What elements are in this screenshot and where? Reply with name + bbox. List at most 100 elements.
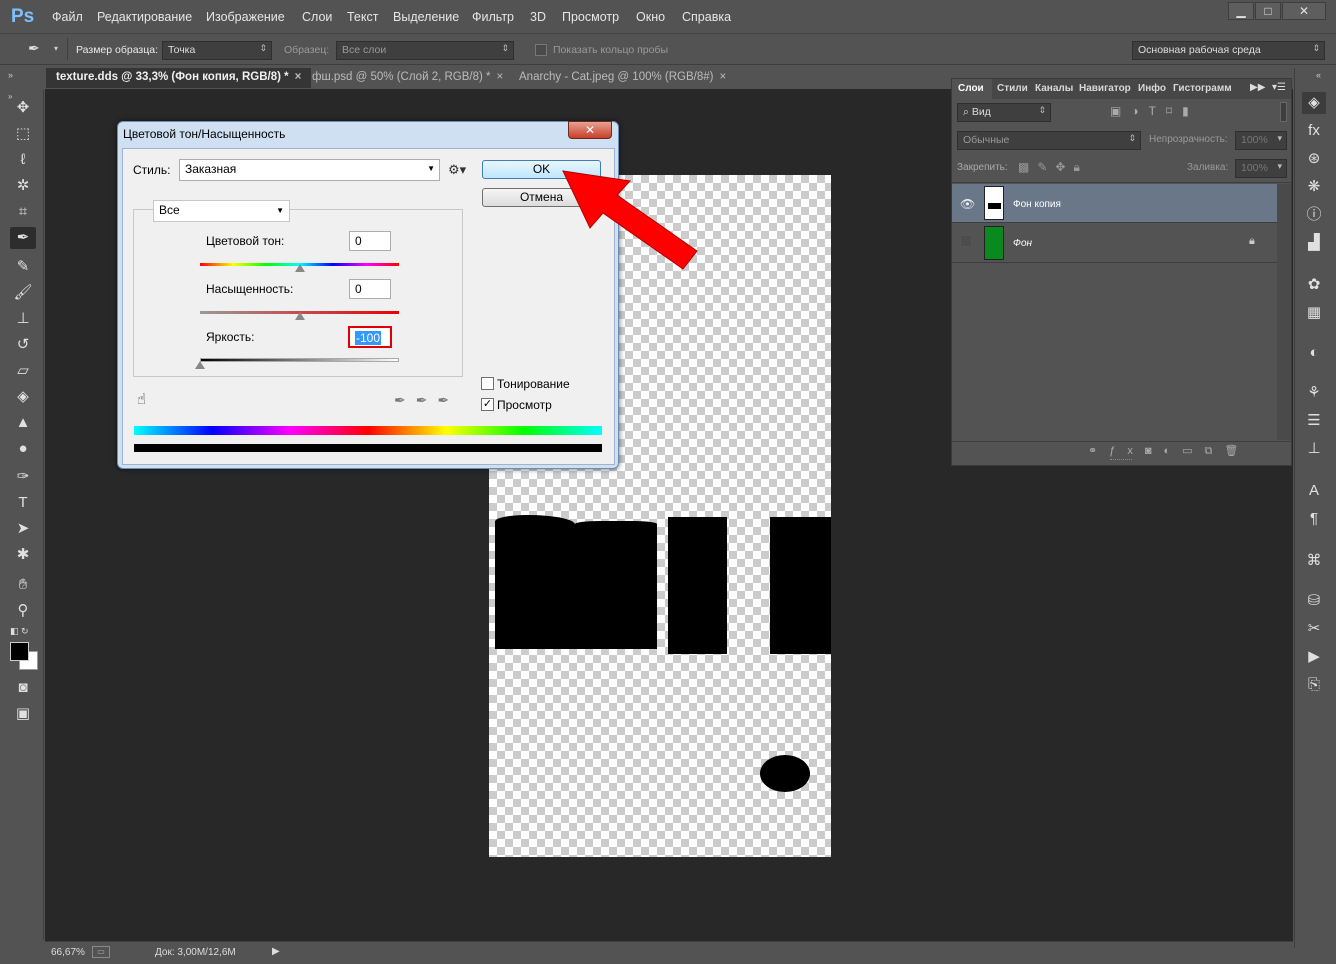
panel-menu-icon[interactable]: ▾☰ [1272,82,1286,93]
crop-tool-icon[interactable]: ⌗ [10,201,36,223]
show-ring-checkbox[interactable] [535,44,547,56]
hand-tool-icon[interactable]: ✋︎ [10,574,36,596]
blur-tool-icon[interactable]: ▲ [10,412,36,434]
workspace-select[interactable]: Основная рабочая среда ⇕ [1132,41,1325,60]
lightness-slider-thumb[interactable] [195,361,205,369]
screen-mode-icon[interactable]: ▣ [10,703,36,725]
adjustments-panel-icon[interactable]: ◐ [1302,342,1326,364]
eyedropper-set-icons[interactable]: ✒✒✒ [394,392,459,409]
fill-input[interactable]: 100% ▾ [1235,159,1287,178]
paths-panel-icon[interactable]: ⌘ [1302,550,1326,572]
eyedropper-tool-icon[interactable]: ✒ [10,227,36,249]
hue-slider-thumb[interactable] [294,264,305,272]
menu-window[interactable]: Окно [636,10,665,24]
visibility-toggle[interactable] [960,235,972,247]
colorize-checkbox[interactable] [481,377,494,390]
actions-panel-icon[interactable]: ▶ [1302,646,1326,668]
menu-type[interactable]: Текст [347,10,378,24]
close-window-button[interactable]: ✕ [1282,2,1326,20]
menu-file[interactable]: Файл [52,10,83,24]
maximize-button[interactable]: □ [1255,2,1281,20]
tab-texture[interactable]: texture.dds @ 33,3% (Фон копия, RGB/8) *… [46,68,312,88]
clone-source-icon[interactable]: ⊥ [1302,438,1326,460]
paint-bucket-tool-icon[interactable]: ◈ [10,386,36,408]
styles-panel-icon[interactable]: fx [1302,120,1326,142]
hue-input[interactable]: 0 [349,231,391,251]
zoom-tool-icon[interactable]: ⚲ [10,600,36,622]
minimize-button[interactable]: ▁ [1228,2,1254,20]
color-panel-icon[interactable]: ✿ [1302,274,1326,296]
close-icon[interactable]: × [719,71,726,83]
history-brush-tool-icon[interactable]: ↺ [10,334,36,356]
close-icon[interactable]: × [295,71,302,83]
magic-wand-tool-icon[interactable]: ✲ [10,175,36,197]
menu-edit[interactable]: Редактирование [97,10,192,24]
sample-select[interactable]: Все слои ⇕ [336,41,514,60]
saturation-input[interactable]: 0 [349,279,391,299]
close-icon[interactable]: × [497,71,504,83]
proof-icon[interactable]: ▭ [92,946,110,958]
menu-3d[interactable]: 3D [530,10,546,24]
tab-histogram[interactable]: Гистограмм [1173,83,1232,94]
quick-mask-icon[interactable]: ◙ [10,677,36,699]
paragraph-panel-icon[interactable]: ¶ [1302,508,1326,530]
channel-range-select[interactable]: Все ▼ [153,200,290,222]
dodge-tool-icon[interactable]: ● [10,438,36,460]
filter-toggle[interactable] [1280,102,1287,122]
healing-brush-tool-icon[interactable]: ✎ [10,256,36,278]
menu-help[interactable]: Справка [682,10,731,24]
zoom-level[interactable]: 66,67% [51,947,85,958]
eyedropper-tool-icon[interactable]: ✒ [28,40,40,57]
resize-grip[interactable] [1110,459,1132,462]
stamp-tool-icon[interactable]: ⊥ [10,308,36,330]
targeted-adjustment-hand-icon[interactable]: ☝︎ [137,390,146,408]
sample-size-select[interactable]: Точка ⇕ [162,41,272,60]
saturation-slider-thumb[interactable] [294,312,305,320]
lock-icons[interactable]: ▩✎✥🔒︎ [1018,160,1088,175]
navigator-panel-icon[interactable]: ❋ [1302,176,1326,198]
collapse-arrows-icon[interactable]: « [1316,70,1321,80]
type-tool-icon[interactable]: T [10,492,36,514]
tab-styles[interactable]: Стили [997,83,1028,94]
channels-panel-icon[interactable]: ⊛ [1302,148,1326,170]
brush-tool-icon[interactable]: 🖌︎ [10,282,36,304]
eraser-tool-icon[interactable]: ▱ [10,360,36,382]
tab-anarchy[interactable]: Anarchy - Cat.jpeg @ 100% (RGB/8#) × [509,68,736,88]
tool-presets-icon[interactable]: ✂ [1302,618,1326,640]
menu-select[interactable]: Выделение [393,10,459,24]
foreground-color-swatch[interactable] [10,642,29,661]
shape-tool-icon[interactable]: ✱ [10,544,36,566]
default-colors-icon[interactable]: ◧ ↻ [10,626,29,637]
tool-preset-arrow-icon[interactable]: ▾ [54,44,58,53]
layer-name[interactable]: Фон копия [1013,199,1061,210]
tab-info[interactable]: Инфо [1138,83,1166,94]
properties-panel-icon[interactable]: ☰ [1302,410,1326,432]
layer-name[interactable]: Фон [1013,238,1032,249]
opacity-input[interactable]: 100% ▾ [1235,131,1287,150]
layer-filter-select[interactable]: ⌕ Вид ⇕ [957,103,1051,122]
lightness-input[interactable]: -100 [348,326,392,348]
path-selection-tool-icon[interactable]: ➤ [10,518,36,540]
filter-type-icons[interactable]: ▣◑T⌑▮ [1110,104,1199,118]
tab-layers[interactable]: Слои [958,83,984,94]
lasso-tool-icon[interactable]: ℓ [10,149,36,171]
swatches-panel-icon[interactable]: ▦ [1302,302,1326,324]
menu-filter[interactable]: Фильтр [472,10,514,24]
info-panel-icon[interactable]: ⓘ [1302,204,1326,226]
tab-navigator[interactable]: Навигатор [1079,83,1131,94]
tab-fsh[interactable]: фш.psd @ 50% (Слой 2, RGB/8) * × [302,68,513,88]
tab-channels[interactable]: Каналы [1035,83,1073,94]
blend-mode-select[interactable]: Обычные ⇕ [957,131,1141,150]
layers-scrollbar[interactable] [1277,184,1291,440]
style-select[interactable]: Заказная ▼ [179,159,440,181]
character-panel-icon[interactable]: A [1302,480,1326,502]
eye-visibility-icon[interactable]: 👁︎ [960,197,975,211]
brush-presets-icon[interactable]: ⚘ [1302,382,1326,404]
panel-expand-icon[interactable]: ▶▶ [1250,82,1265,93]
3d-panel-icon[interactable]: ⛁ [1302,590,1326,612]
history-panel-icon[interactable]: ⎘ [1302,674,1326,696]
lightness-slider-track[interactable] [200,358,399,362]
menu-image[interactable]: Изображение [206,10,285,24]
move-tool-icon[interactable]: ✥ [10,97,36,119]
menu-view[interactable]: Просмотр [562,10,619,24]
